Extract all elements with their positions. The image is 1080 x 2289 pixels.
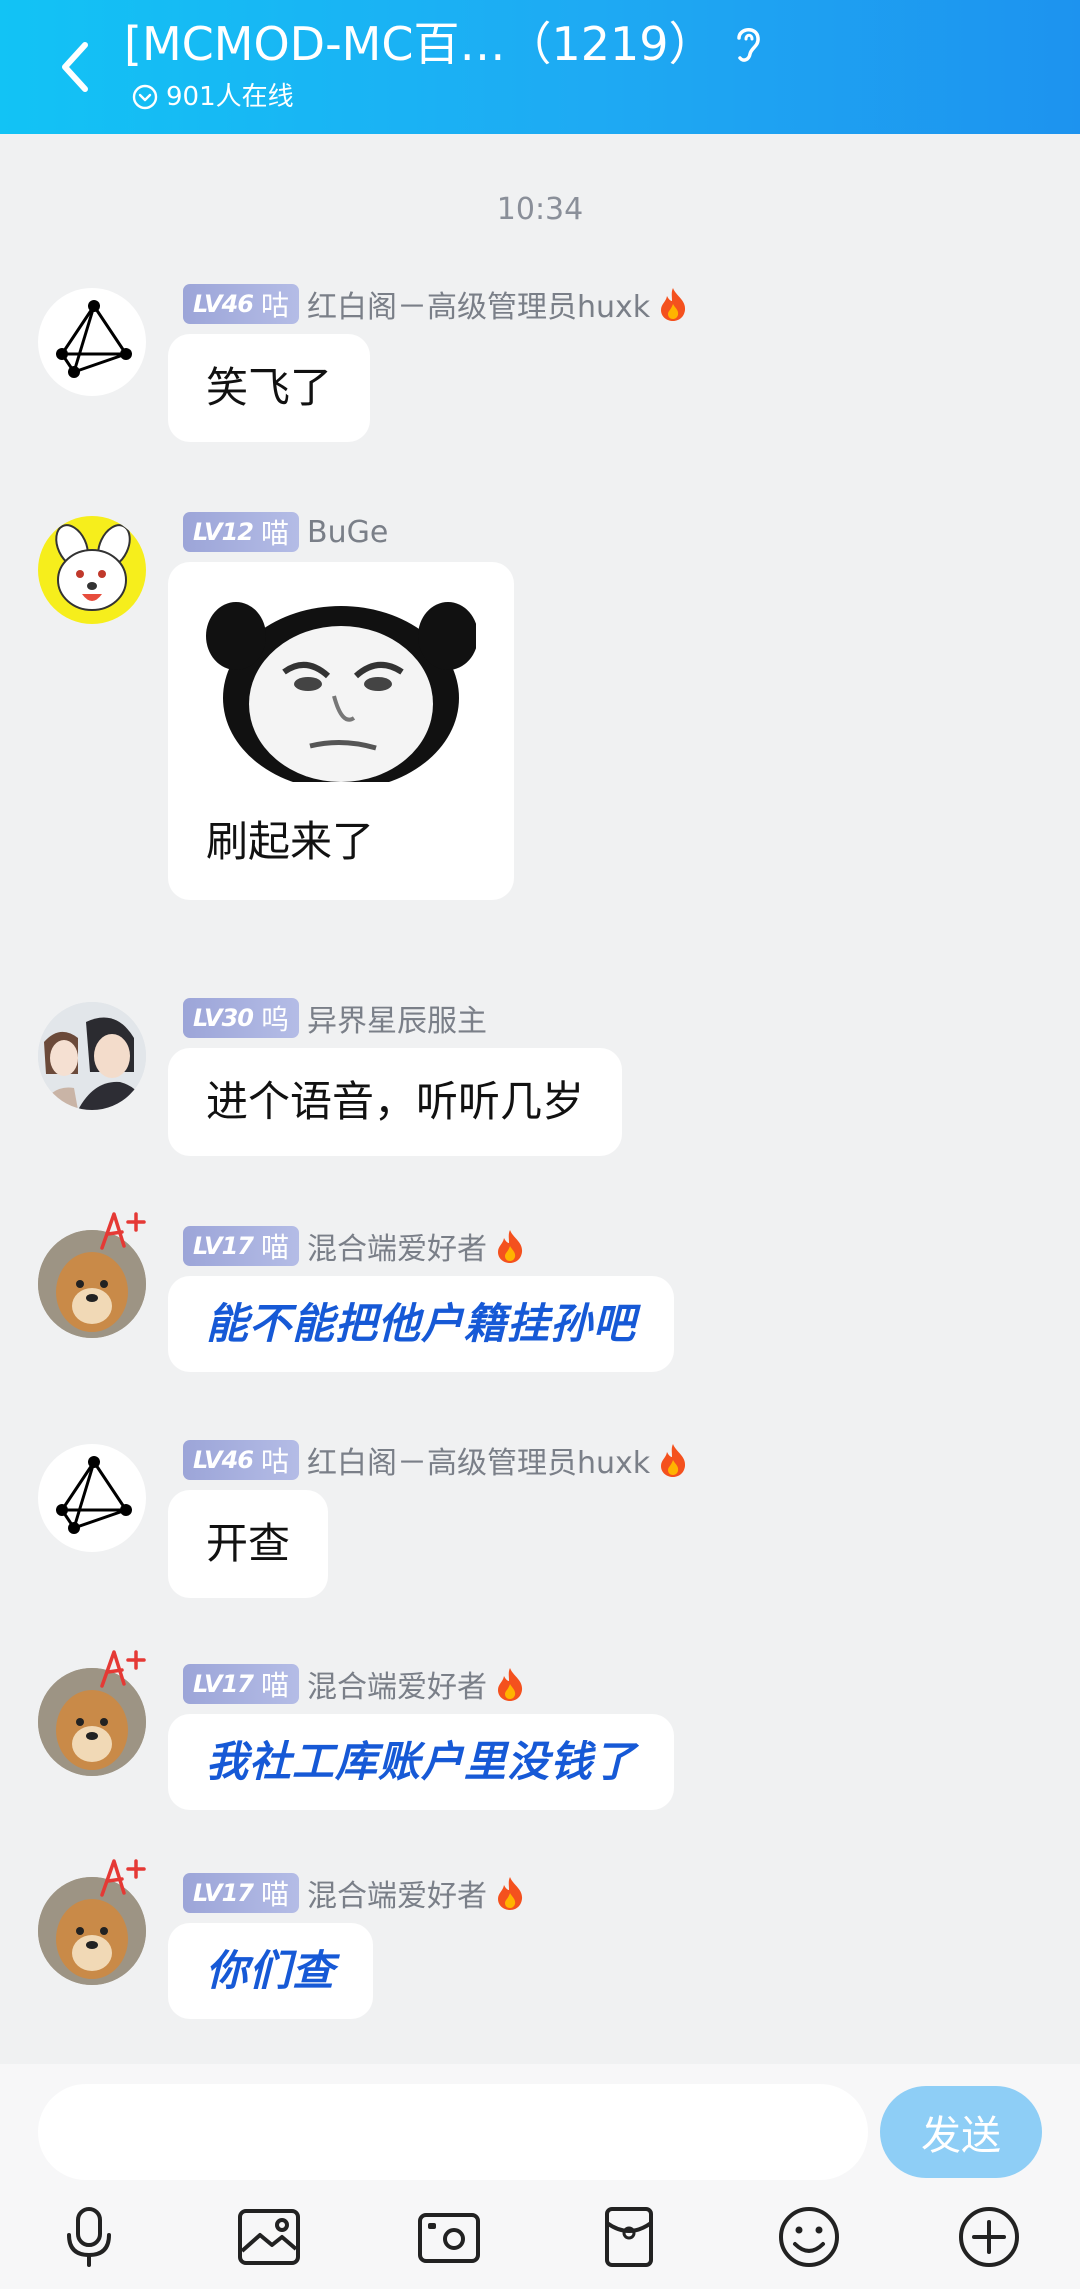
message-bubble[interactable]: 刷起来了 [168, 562, 514, 900]
online-count-label: 901人在线 [166, 82, 294, 112]
message-meta: LV46 咕 红白阁－高级管理员huxk [183, 282, 688, 326]
chevron-circle-icon [132, 84, 158, 110]
member-title: 咕 [260, 289, 289, 322]
message-meta: LV12 喵 BuGe [183, 510, 388, 554]
a-plus-icon [100, 1212, 146, 1250]
member-title: 喵 [260, 1669, 289, 1702]
member-title: 喵 [260, 1231, 289, 1264]
a-plus-icon [100, 1650, 146, 1688]
fire-icon [495, 1875, 525, 1911]
level-badge: LV46 咕 [183, 1440, 299, 1480]
message-bubble[interactable]: 笑飞了 [168, 334, 371, 442]
message-bubble[interactable]: 我社工库账户里没钱了 [168, 1714, 675, 1810]
level-text: LV46 [193, 1446, 254, 1474]
chat-area[interactable]: 10:34 LV46 咕 红白阁－高级管理员huxk 笑飞了 LV12 喵 Bu… [0, 134, 1080, 2064]
level-text: LV30 [193, 1004, 254, 1032]
level-text: LV12 [193, 518, 254, 546]
message-meta: LV46 咕 红白阁－高级管理员huxk [183, 1438, 688, 1482]
member-title: 喵 [260, 517, 289, 550]
fire-icon [495, 1666, 525, 1702]
message-meta: LV17 喵 混合端爱好者 [183, 1662, 525, 1706]
chat-header: [MCMOD-MC百…（1219） 901人在线 [0, 0, 1080, 134]
emoji-icon[interactable] [774, 2202, 844, 2272]
message-bubble[interactable]: 能不能把他户籍挂孙吧 [168, 1276, 675, 1372]
message-bubble[interactable]: 进个语音，听听几岁 [168, 1048, 623, 1156]
level-text: LV17 [193, 1232, 254, 1260]
member-title: 呜 [260, 1003, 289, 1036]
level-badge: LV46 咕 [183, 284, 299, 324]
back-arrow-icon [62, 42, 88, 92]
plus-icon[interactable] [954, 2202, 1024, 2272]
level-badge: LV17 喵 [183, 1873, 299, 1913]
panda-meme-sticker[interactable] [206, 586, 478, 796]
sender-name[interactable]: 混合端爱好者 [307, 1662, 487, 1706]
sender-name[interactable]: BuGe [307, 515, 388, 550]
member-title: 咕 [260, 1445, 289, 1478]
camera-icon[interactable] [414, 2202, 484, 2272]
member-title: 喵 [260, 1878, 289, 1911]
back-button[interactable] [44, 32, 104, 102]
sender-name[interactable]: 红白阁－高级管理员huxk [307, 1438, 650, 1482]
sender-name[interactable]: 红白阁－高级管理员huxk [307, 282, 650, 326]
message-bubble[interactable]: 开查 [168, 1490, 329, 1598]
level-text: LV46 [193, 290, 254, 318]
red-packet-icon[interactable] [594, 2202, 664, 2272]
message-meta: LV17 喵 混合端爱好者 [183, 1224, 525, 1268]
anime-couple-avatar[interactable] [38, 1002, 146, 1110]
send-button[interactable]: 发送 [880, 2086, 1042, 2178]
network-avatar[interactable] [38, 1444, 146, 1552]
sender-name[interactable]: 混合端爱好者 [307, 1224, 487, 1268]
message-bubble[interactable]: 你们查 [168, 1923, 374, 2019]
level-badge: LV17 喵 [183, 1226, 299, 1266]
message-input[interactable] [38, 2084, 868, 2180]
toolbar [0, 2192, 1080, 2282]
level-badge: LV30 呜 [183, 998, 299, 1038]
group-title[interactable]: [MCMOD-MC百…（1219） [124, 14, 715, 74]
level-badge: LV17 喵 [183, 1664, 299, 1704]
ear-icon[interactable] [731, 22, 765, 66]
message-meta: LV30 呜 异界星辰服主 [183, 996, 487, 1040]
timestamp: 10:34 [496, 192, 584, 227]
fire-icon [658, 286, 688, 322]
input-bar: 发送 [0, 2064, 1080, 2289]
a-plus-icon [100, 1859, 146, 1897]
fire-icon [658, 1442, 688, 1478]
level-text: LV17 [193, 1879, 254, 1907]
level-text: LV17 [193, 1670, 254, 1698]
sender-name[interactable]: 混合端爱好者 [307, 1871, 487, 1915]
message-text: 刷起来了 [206, 817, 375, 866]
image-icon[interactable] [234, 2202, 304, 2272]
fire-icon [495, 1228, 525, 1264]
message-meta: LV17 喵 混合端爱好者 [183, 1871, 525, 1915]
level-badge: LV12 喵 [183, 512, 299, 552]
network-avatar[interactable] [38, 288, 146, 396]
header-title-area[interactable]: [MCMOD-MC百…（1219） 901人在线 [124, 14, 1020, 114]
online-count[interactable]: 901人在线 [124, 80, 1020, 114]
sender-name[interactable]: 异界星辰服主 [307, 996, 487, 1040]
microphone-icon[interactable] [54, 2202, 124, 2272]
dog-cartoon-avatar[interactable] [38, 516, 146, 624]
